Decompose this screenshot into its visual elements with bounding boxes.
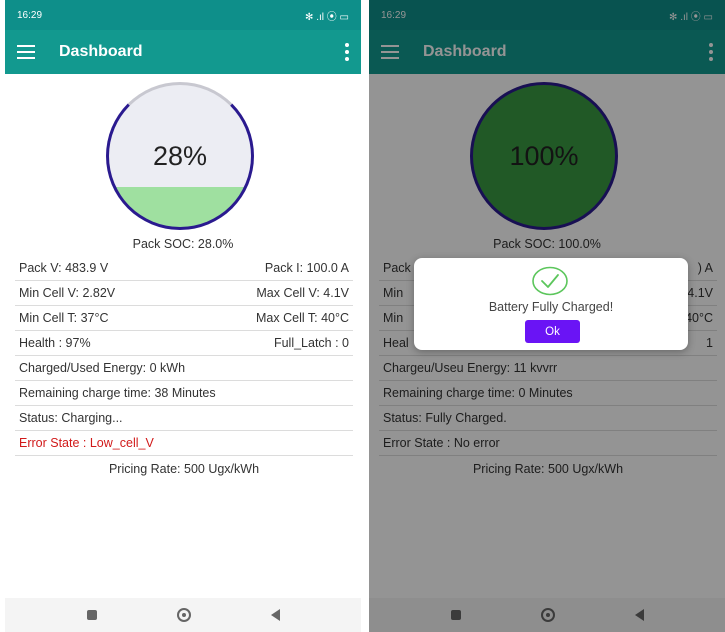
- full-latch-value: Full_Latch : 0: [273, 336, 349, 350]
- error-state: Error State : Low_cell_V: [19, 436, 154, 450]
- max-cell-temp: Max Cell T: 40°C: [256, 311, 349, 325]
- check-circle-icon: [532, 266, 568, 296]
- pricing-row: Pricing Rate: 500 Ugx/kWh: [15, 456, 353, 481]
- metric-row-pack: Pack V: 483.9 V Pack I: 100.0 A: [15, 256, 353, 281]
- soc-gauge-container: 28%: [5, 82, 361, 242]
- pricing-rate: Pricing Rate: 500 Ugx/kWh: [108, 461, 260, 476]
- system-nav-bar: [5, 598, 361, 632]
- back-icon[interactable]: [270, 609, 280, 621]
- metric-row-health: Health : 97% Full_Latch : 0: [15, 331, 353, 356]
- phone-screen-charging: 16:29 ✻ .ıl ⦿ ▭ Dashboard 28% Pack SOC: …: [5, 0, 361, 632]
- health-value: Health : 97%: [19, 336, 91, 350]
- max-cell-voltage: Max Cell V: 4.1V: [256, 286, 349, 300]
- energy-row: Charged/Used Energy: 0 kWh: [15, 356, 353, 381]
- status-bar: 16:29 ✻ .ıl ⦿ ▭: [5, 0, 361, 30]
- hamburger-menu-icon[interactable]: [17, 45, 35, 59]
- min-cell-temp: Min Cell T: 37°C: [19, 311, 109, 325]
- status-icons: ✻ .ıl ⦿ ▭: [305, 11, 349, 23]
- remaining-time-value: Remaining charge time: 38 Minutes: [19, 386, 216, 400]
- home-icon[interactable]: [176, 608, 191, 622]
- charge-complete-dialog: Battery Fully Charged! Ok: [414, 258, 688, 350]
- status-row: Status: Charging...: [15, 406, 353, 431]
- metric-row-cell-temp: Min Cell T: 37°C Max Cell T: 40°C: [15, 306, 353, 331]
- pack-voltage: Pack V: 483.9 V: [19, 261, 109, 275]
- min-cell-voltage: Min Cell V: 2.82V: [19, 286, 116, 300]
- ok-button[interactable]: Ok: [525, 320, 580, 343]
- dialog-message: Battery Fully Charged!: [488, 300, 614, 314]
- energy-value: Charged/Used Energy: 0 kWh: [19, 361, 186, 375]
- phone-screen-fully-charged: 16:29 ✻ .ıl ⦿ ▭ Dashboard 100% Pack SOC:…: [369, 0, 725, 632]
- pack-current: Pack I: 100.0 A: [264, 261, 349, 275]
- error-state-row: Error State : Low_cell_V: [15, 431, 353, 456]
- soc-gauge: 28%: [106, 82, 254, 230]
- pack-soc-label: Pack SOC: 28.0%: [132, 237, 234, 251]
- overflow-menu-icon[interactable]: [345, 43, 349, 61]
- metric-row-cell-voltage: Min Cell V: 2.82V Max Cell V: 4.1V: [15, 281, 353, 306]
- metrics-list: Pack V: 483.9 V Pack I: 100.0 A Min Cell…: [15, 256, 353, 481]
- remaining-time-row: Remaining charge time: 38 Minutes: [15, 381, 353, 406]
- page-title: Dashboard: [59, 43, 143, 60]
- app-bar: Dashboard: [5, 30, 361, 74]
- charging-status: Status: Charging...: [19, 411, 123, 425]
- recents-icon[interactable]: [86, 610, 97, 620]
- soc-gauge-value: 28%: [152, 141, 208, 171]
- status-time: 16:29: [17, 9, 43, 21]
